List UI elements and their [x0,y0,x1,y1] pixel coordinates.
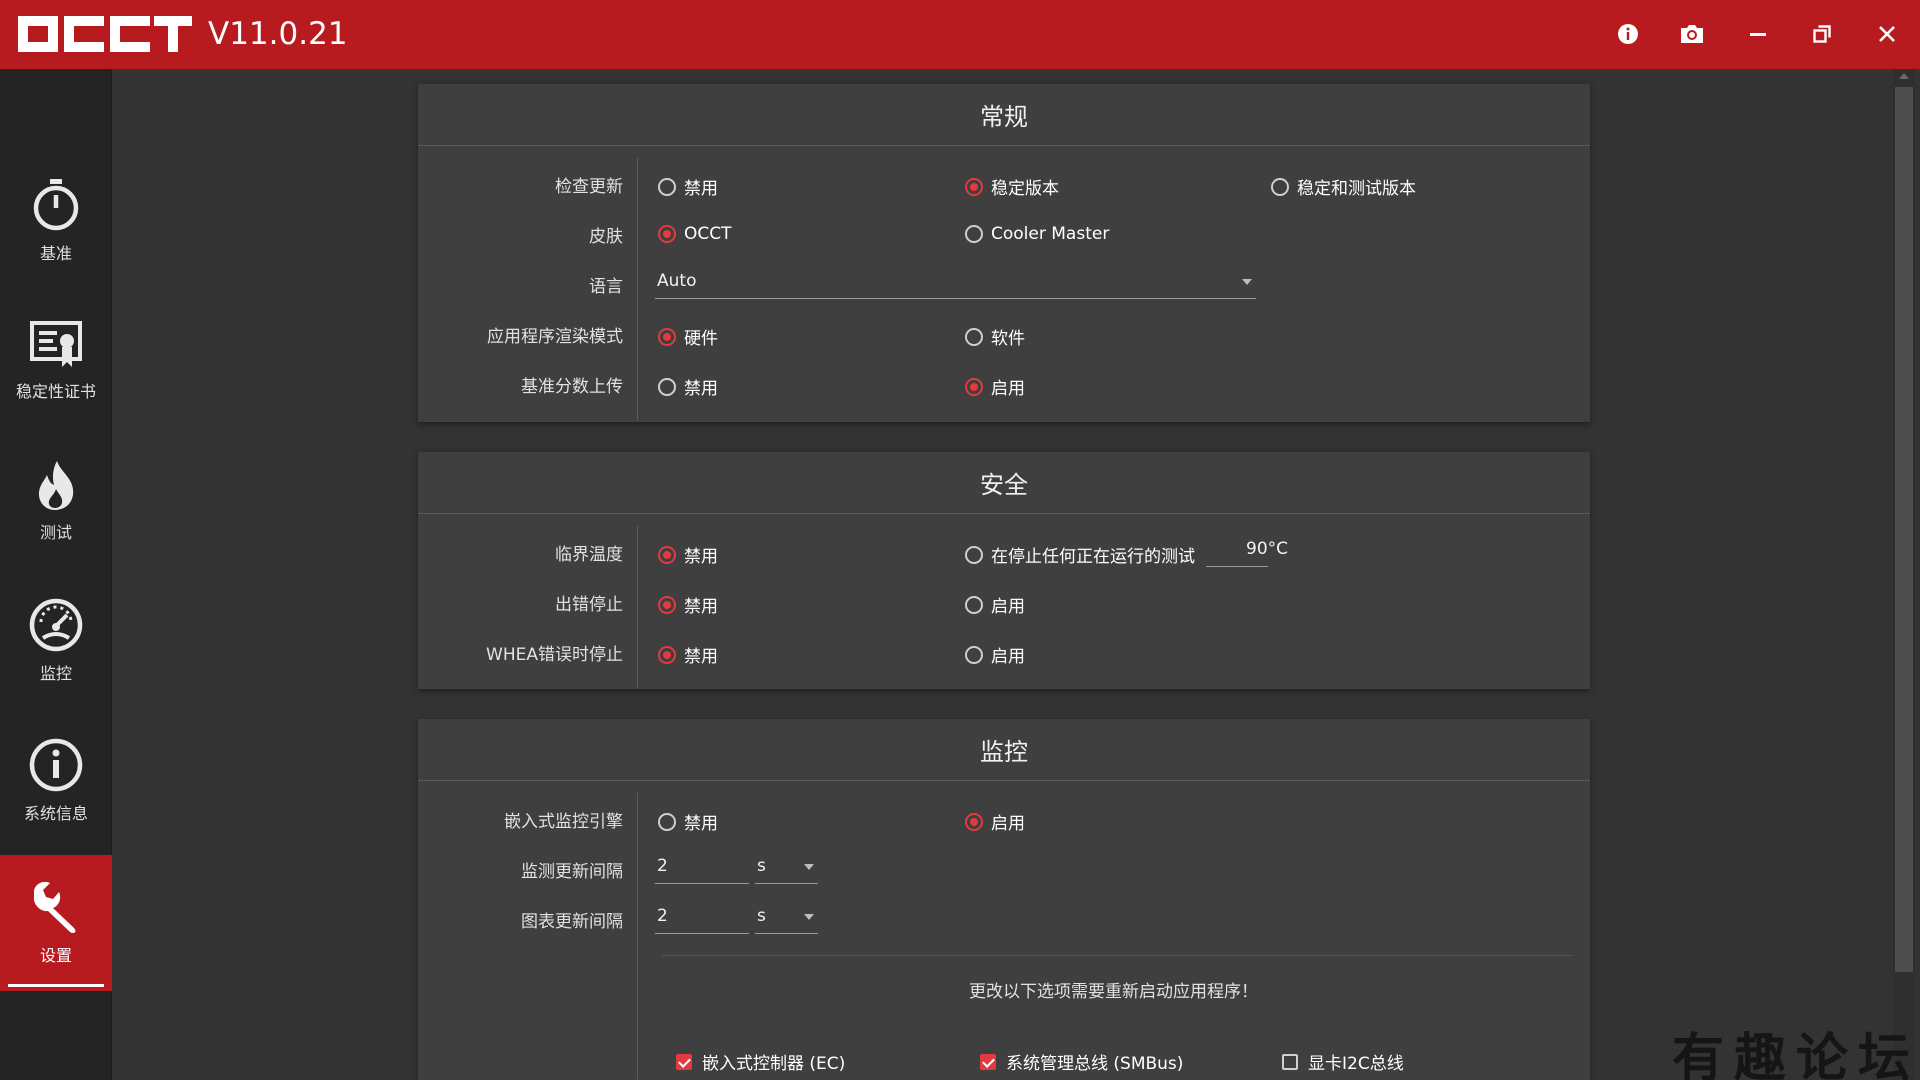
sidebar-item-system-info[interactable]: 系统信息 [0,713,112,849]
occt-logo [18,16,192,52]
whea-stop-enable-radio[interactable]: 启用 [965,642,1025,667]
check-update-stable-beta-radio[interactable]: 稳定和测试版本 [1271,174,1416,199]
embedded-engine-disable-radio[interactable]: 禁用 [658,809,718,834]
restart-note: 更改以下选项需要重新启动应用程序！ [969,982,1258,1002]
stop-on-error-disable-radio[interactable]: 禁用 [658,592,718,617]
sidebar-item-label: 系统信息 [23,804,88,823]
check-update-disable-radio[interactable]: 禁用 [658,174,718,199]
whea-stop-label: WHEA错误时停止 [486,645,623,665]
chevron-down-icon [1242,279,1252,285]
monitoring-panel-title: 监控 [418,719,1590,781]
screenshot-button[interactable] [1672,14,1712,54]
info-icon [1618,24,1638,44]
separator [662,955,1572,956]
render-software-radio[interactable]: 软件 [965,324,1025,349]
app-version: V11.0.21 [208,16,348,52]
render-hardware-radio[interactable]: 硬件 [658,324,718,349]
sidebar-item-settings[interactable]: 设置 [0,855,112,991]
critical-temp-input[interactable]: 90°C [1206,535,1288,567]
language-select[interactable]: Auto [655,267,1256,299]
divider [637,526,638,688]
stop-on-error-label: 出错停止 [555,595,623,615]
embedded-engine-enable-radio[interactable]: 启用 [965,809,1025,834]
score-upload-label: 基准分数上传 [521,377,623,397]
sidebar-item-label: 基准 [39,244,72,263]
score-upload-disable-radio[interactable]: 禁用 [658,374,718,399]
gauge-icon [29,598,83,652]
safety-panel-title: 安全 [418,452,1590,514]
sidebar-item-monitoring[interactable]: 监控 [0,573,112,709]
wrench-icon [33,881,76,933]
critical-temp-disable-radio[interactable]: 禁用 [658,542,718,567]
render-mode-label: 应用程序渲染模式 [487,327,623,347]
flame-icon [38,461,74,510]
sidebar-item-label: 测试 [39,523,72,542]
safety-panel: 安全 临界温度 禁用 在停止任何正在运行的测试 90°C 出错停止 禁用 启用 … [418,452,1590,689]
sidebar-item-test[interactable]: 测试 [0,433,112,569]
certificate-icon [30,321,82,367]
info-circle-icon [29,738,83,792]
title-bar: V11.0.21 [0,0,1920,69]
divider [637,158,638,421]
sidebar-item-label: 稳定性证书 [15,382,96,401]
skin-label: 皮肤 [589,227,623,247]
monitor-interval-unit-select[interactable]: s [755,852,818,884]
general-panel: 常规 检查更新 禁用 稳定版本 稳定和测试版本 皮肤 OCCT Cooler M… [418,84,1590,422]
vertical-scrollbar[interactable] [1893,69,1915,1080]
watermark: 有趣论坛 [1672,1028,1920,1080]
camera-icon [1681,25,1703,43]
stopwatch-icon [33,179,79,231]
chart-interval-unit-select[interactable]: s [755,902,818,934]
sidebar-item-stability-certificate[interactable]: 稳定性证书 [0,293,112,429]
score-upload-enable-radio[interactable]: 启用 [965,374,1025,399]
divider [637,793,638,1079]
info-button[interactable] [1608,14,1648,54]
chevron-down-icon [804,914,814,920]
chart-interval-label: 图表更新间隔 [521,912,623,932]
embedded-engine-label: 嵌入式监控引擎 [504,812,623,832]
active-indicator [8,984,104,987]
minimize-icon [1750,33,1766,36]
stop-on-error-enable-radio[interactable]: 启用 [965,592,1025,617]
minimize-button[interactable] [1738,14,1778,54]
restore-button[interactable] [1802,14,1842,54]
monitor-interval-label: 监测更新间隔 [521,862,623,882]
restore-icon [1813,25,1831,43]
language-label: 语言 [589,277,623,297]
skin-cooler-master-radio[interactable]: Cooler Master [965,224,1109,244]
close-button[interactable] [1867,14,1907,54]
scroll-thumb[interactable] [1895,87,1913,972]
monitoring-panel: 监控 嵌入式监控引擎 禁用 启用 监测更新间隔 2 s 图表更新间隔 2 s 更… [418,719,1590,1080]
close-icon [1879,26,1895,42]
sidebar-item-label: 设置 [39,946,72,965]
general-panel-title: 常规 [418,84,1590,146]
sidebar-item-benchmark[interactable]: 基准 [0,153,112,289]
chart-interval-input[interactable]: 2 [655,902,749,934]
chevron-down-icon [804,864,814,870]
gpu-i2c-checkbox[interactable]: 显卡I2C总线 [1282,1049,1404,1074]
skin-occt-radio[interactable]: OCCT [658,224,732,244]
check-update-stable-radio[interactable]: 稳定版本 [965,174,1059,199]
check-update-label: 检查更新 [555,177,623,197]
critical-temp-stop-radio[interactable]: 在停止任何正在运行的测试 [965,542,1195,567]
ec-checkbox[interactable]: 嵌入式控制器 (EC) [676,1049,845,1074]
smbus-checkbox[interactable]: 系统管理总线 (SMBus) [980,1049,1183,1074]
sidebar: 基准 稳定性证书 测试 监控 系统信息 设置 [0,69,112,1080]
monitor-interval-input[interactable]: 2 [655,852,749,884]
critical-temp-label: 临界温度 [555,545,623,565]
scroll-up-icon[interactable] [1899,73,1909,79]
sidebar-item-label: 监控 [39,664,72,683]
whea-stop-disable-radio[interactable]: 禁用 [658,642,718,667]
